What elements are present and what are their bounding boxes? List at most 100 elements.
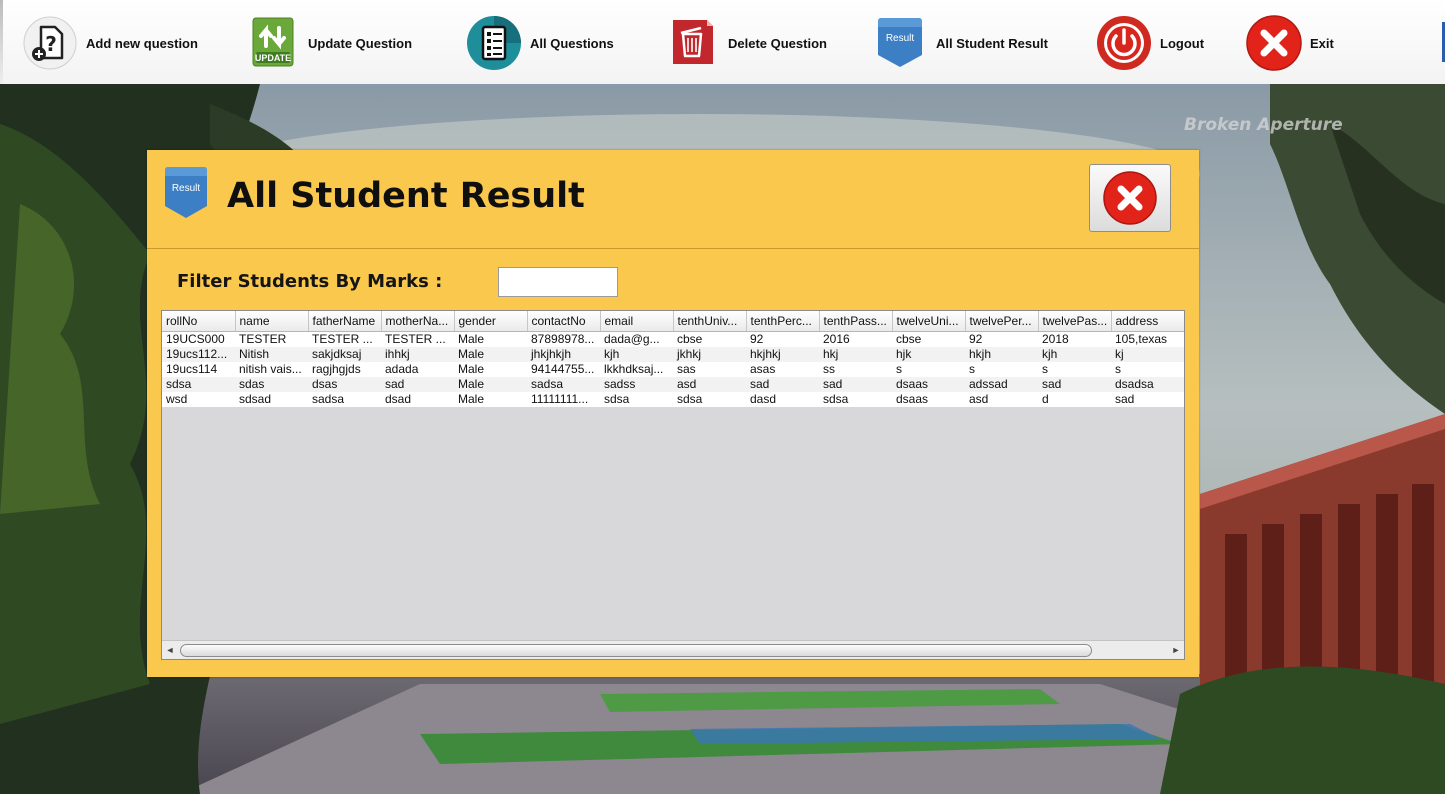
table-cell: ss [819,362,892,377]
table-cell: dsad [381,392,454,407]
table-cell: sad [1111,392,1184,407]
table-cell: nitish vais... [235,362,308,377]
table-cell: sadss [600,377,673,392]
svg-text:Result: Result [172,183,201,194]
column-header[interactable]: fatherName [308,311,382,332]
table-cell: kjh [600,347,673,362]
table-cell: dsadsa [1111,377,1184,392]
column-header[interactable]: motherNa... [381,311,455,332]
table-cell: dada@g... [600,331,673,347]
scroll-left-arrow-icon[interactable]: ◄ [162,641,178,659]
table-cell: sdsa [600,392,673,407]
table-row[interactable]: 19ucs112... Nitish sakjdksaj ihhkj Male jhkjh… [162,347,1184,362]
table-cell: dsaas [892,392,965,407]
table-cell: sdsa [162,377,235,392]
list-icon [466,15,522,71]
column-header[interactable]: twelvePer... [965,311,1039,332]
table-cell: 105,texas [1111,331,1184,347]
table-cell: Male [454,331,527,347]
table-cell: jkhkj [673,347,746,362]
scroll-right-arrow-icon[interactable]: ► [1168,641,1184,659]
table-cell: 2018 [1038,331,1111,347]
filter-label: Filter Students By Marks : [177,271,443,292]
table-cell: Male [454,362,527,377]
table-cell: Male [454,392,527,407]
table-cell: sad [819,377,892,392]
scrollbar-thumb[interactable] [180,644,1092,657]
table-cell: TESTER ... [381,331,454,347]
column-header[interactable]: rollNo [162,311,236,332]
table-cell: sdas [235,377,308,392]
table-cell: ragjhgjds [308,362,381,377]
all-student-result-button[interactable]: Result All Student Result [872,12,1048,74]
delete-question-button[interactable]: Delete Question [664,12,827,74]
logout-button[interactable]: Logout [1096,12,1204,74]
table-cell: jhkjhkjh [527,347,600,362]
table-header-row: rollNo name fatherName motherNa... gender con… [162,311,1184,332]
column-header[interactable]: gender [454,311,528,332]
update-question-button[interactable]: UPDATE Update Question [244,12,412,74]
add-question-button[interactable]: ? Add new question [22,12,198,74]
column-header[interactable]: address [1111,311,1184,332]
watermark: Broken Aperture [1184,115,1343,135]
table-cell: cbse [673,331,746,347]
table-cell: kj [1111,347,1184,362]
table-cell: sdsa [819,392,892,407]
panel-header: Result All Student Result [147,150,1199,249]
svg-text:?: ? [45,32,57,56]
page-title: All Student Result [227,176,585,216]
table-cell: TESTER ... [308,331,381,347]
logout-label: Logout [1160,35,1205,51]
table-cell: sad [1038,377,1111,392]
column-header[interactable]: contactNo [527,311,601,332]
column-header[interactable]: tenthPerc... [746,311,820,332]
table-cell: sdsad [235,392,308,407]
table-cell: dsas [308,377,381,392]
all-questions-button[interactable]: All Questions [466,12,614,74]
table-cell: sas [673,362,746,377]
table-cell: 92 [965,331,1038,347]
table-cell: sdsa [673,392,746,407]
all-student-result-label: All Student Result [936,35,1048,51]
table-cell: sakjdksaj [308,347,381,362]
column-header[interactable]: tenthUniv... [673,311,747,332]
column-header[interactable]: name [235,311,309,332]
power-icon [1096,15,1152,71]
results-table-grid: rollNo name fatherName motherNa... gender con… [162,311,1184,407]
table-cell: adada [381,362,454,377]
filter-marks-input[interactable] [498,267,618,297]
table-row[interactable]: wsd sdsad sadsa dsad Male 11111111... sdsa sdsa… [162,392,1184,407]
table-row[interactable]: 19UCS000 TESTER TESTER ... TESTER ... Male 87… [162,331,1184,347]
table-cell: cbse [892,331,965,347]
student-result-panel: Result All Student Result Filter Student… [147,150,1199,677]
table-cell: 87898978... [527,331,600,347]
table-cell: kjh [1038,347,1111,362]
exit-button[interactable]: Exit [1246,12,1334,74]
table-cell: asd [965,392,1038,407]
window-edge-left [0,0,3,84]
table-cell: asd [673,377,746,392]
table-cell: 19UCS000 [162,331,235,347]
table-cell: lkkhdksaj... [600,362,673,377]
table-cell: s [1038,362,1111,377]
column-header[interactable]: twelvePas... [1038,311,1112,332]
close-button[interactable] [1089,164,1171,232]
column-header[interactable]: email [600,311,674,332]
column-header[interactable]: tenthPass... [819,311,893,332]
table-cell: 94144755... [527,362,600,377]
result-ribbon-icon: Result [872,15,928,71]
update-question-label: Update Question [308,35,413,51]
horizontal-scrollbar[interactable]: ◄ ► [162,640,1184,659]
result-badge-icon: Result [161,164,211,225]
table-cell: s [1111,362,1184,377]
column-header[interactable]: twelveUni... [892,311,966,332]
table-cell: Nitish [235,347,308,362]
table-row[interactable]: 19ucs114 nitish vais... ragjhgjds adada Male… [162,362,1184,377]
results-table[interactable]: rollNo name fatherName motherNa... gender con… [161,310,1185,660]
table-cell: sadsa [527,377,600,392]
table-cell: Male [454,377,527,392]
all-questions-label: All Questions [530,35,614,51]
table-cell: asas [746,362,819,377]
table-row[interactable]: sdsa sdas dsas sad Male sadsa sadss asd sad sad ds… [162,377,1184,392]
close-circle-icon [1246,15,1302,71]
